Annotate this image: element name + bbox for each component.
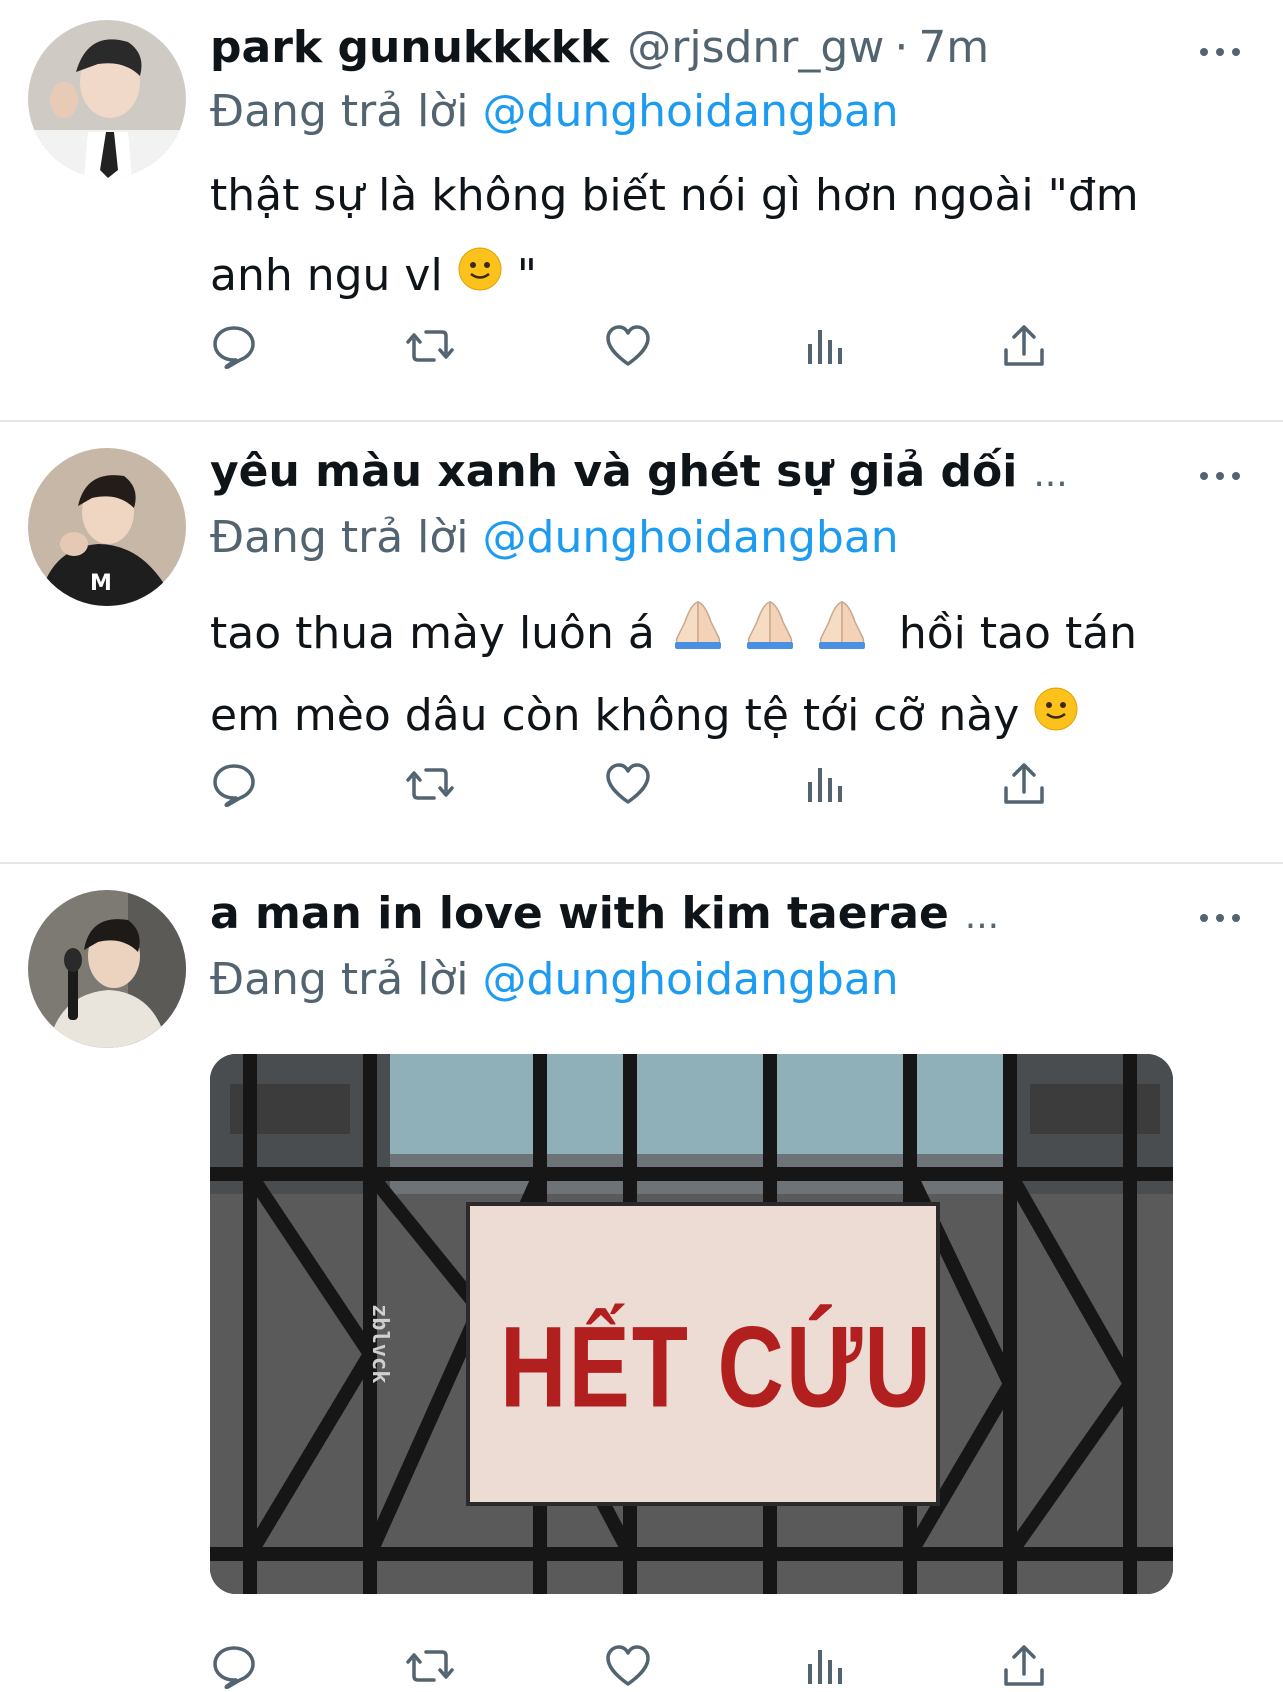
slightly-smiling-face-icon <box>457 238 503 318</box>
views-icon[interactable] <box>802 322 850 370</box>
avatar[interactable] <box>28 890 186 1048</box>
name-truncation: ... <box>1033 454 1068 495</box>
reply-icon[interactable] <box>210 322 258 370</box>
retweet-icon[interactable] <box>406 1642 454 1690</box>
tweet-text-segment: em mèo dâu còn không tệ tới cỡ này <box>210 690 1020 741</box>
display-name[interactable]: a man in love with kim taerae <box>210 888 949 939</box>
reply-mention-link[interactable]: @dunghoidangban <box>483 86 899 137</box>
reply-mention-link[interactable]: @dunghoidangban <box>483 954 899 1005</box>
tweet-2[interactable]: M yêu màu xanh và ghét sự giả dối ... Đa… <box>0 422 1283 862</box>
timestamp[interactable]: 7m <box>918 22 989 73</box>
user-handle[interactable]: @rjsdnr_gw <box>627 22 884 73</box>
avatar-photo <box>28 20 186 178</box>
tweet-text-line: em mèo dâu còn không tệ tới cỡ này <box>210 676 1230 758</box>
tweet-text-line: thật sự là không biết nói gì hơn ngoài "… <box>210 170 1139 221</box>
avatar-photo: M <box>28 448 186 606</box>
avatar-photo <box>28 890 186 1048</box>
tweet-media-image[interactable]: HẾT CỨU zblvck <box>210 1054 1173 1594</box>
reply-icon[interactable] <box>210 1642 258 1690</box>
tweet-text-segment: " <box>516 250 537 301</box>
retweet-icon[interactable] <box>406 760 454 808</box>
reply-prefix: Đang trả lời <box>210 86 469 137</box>
like-icon[interactable] <box>604 322 652 370</box>
more-icon[interactable] <box>1200 466 1240 486</box>
tweet-1[interactable]: park gunukkkkk @rjsdnr_gw · 7m Đang trả … <box>0 0 1283 420</box>
retweet-icon[interactable] <box>406 322 454 370</box>
display-name[interactable]: yêu màu xanh và ghét sự giả dối <box>210 446 1017 497</box>
avatar[interactable] <box>28 20 186 178</box>
share-icon[interactable] <box>1000 322 1048 370</box>
share-icon[interactable] <box>1000 760 1048 808</box>
tweet-text-line: tao thua mày luôn á hồi tao tán <box>210 594 1230 676</box>
tweet-text: thật sự là không biết nói gì hơn ngoài "… <box>210 156 1230 318</box>
tweet-text-line: anh ngu vl " <box>210 236 1230 318</box>
sign-text: HẾT CỨU <box>500 1304 933 1432</box>
tweet-actions <box>210 1642 1130 1692</box>
tweet-text-segment: tao thua mày luôn á <box>210 608 655 659</box>
reply-prefix: Đang trả lời <box>210 954 469 1005</box>
folded-hands-icon <box>669 596 727 676</box>
replying-to: Đang trả lời @dunghoidangban <box>210 512 899 563</box>
tweet-3[interactable]: a man in love with kim taerae ... Đang t… <box>0 864 1283 1690</box>
tweet-text: tao thua mày luôn á hồi tao tán em mèo d… <box>210 594 1230 758</box>
tweet-actions <box>210 322 1130 372</box>
reply-mention-link[interactable]: @dunghoidangban <box>483 512 899 563</box>
tweet-actions <box>210 760 1130 810</box>
svg-text:M: M <box>90 571 112 596</box>
views-icon[interactable] <box>802 760 850 808</box>
reply-prefix: Đang trả lời <box>210 512 469 563</box>
like-icon[interactable] <box>604 1642 652 1690</box>
views-icon[interactable] <box>802 1642 850 1690</box>
separator-dot: · <box>894 22 909 73</box>
name-truncation: ... <box>964 896 1000 937</box>
slightly-smiling-face-icon <box>1033 678 1079 758</box>
replying-to: Đang trả lời @dunghoidangban <box>210 954 899 1005</box>
avatar[interactable]: M <box>28 448 186 606</box>
folded-hands-icon <box>813 596 871 676</box>
more-icon[interactable] <box>1200 908 1240 928</box>
share-icon[interactable] <box>1000 1642 1048 1690</box>
folded-hands-icon <box>741 596 799 676</box>
tweet-text-segment: anh ngu vl <box>210 250 443 301</box>
reply-icon[interactable] <box>210 760 258 808</box>
more-icon[interactable] <box>1200 42 1240 62</box>
like-icon[interactable] <box>604 760 652 808</box>
replying-to: Đang trả lời @dunghoidangban <box>210 86 899 137</box>
watermark: zblvck <box>367 1304 392 1384</box>
tweet-text-segment: hồi tao tán <box>898 608 1138 659</box>
display-name[interactable]: park gunukkkkk <box>210 22 609 73</box>
